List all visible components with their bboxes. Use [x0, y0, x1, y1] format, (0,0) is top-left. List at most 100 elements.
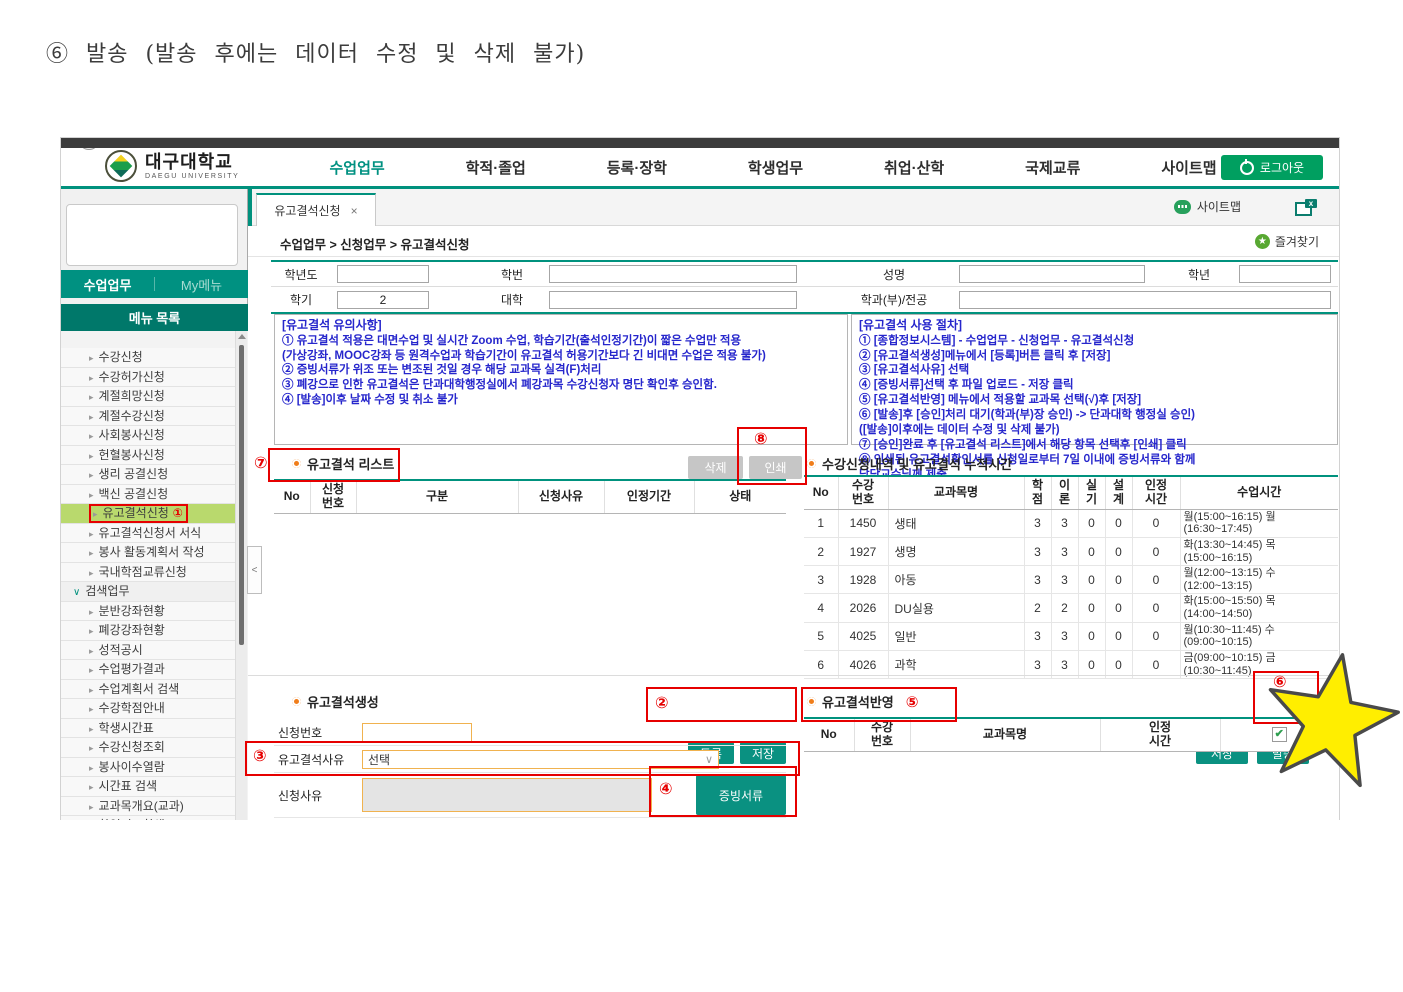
sidebar-item-계절희망신청[interactable]: ▸계절희망신청: [61, 387, 237, 407]
nav-item-course-work[interactable]: 수업업무: [329, 157, 384, 178]
favorites-chip[interactable]: ★ 즐겨찾기: [1255, 233, 1319, 250]
reason-label: 신청사유: [274, 787, 362, 804]
dept-field[interactable]: [959, 291, 1331, 309]
reason-field[interactable]: [362, 778, 652, 812]
enrollment-title-text: 수강신청내역 및 유고결석 누적시간: [822, 454, 1012, 473]
sidebar-menu-items: ▸수강신청▸수강허가신청▸계절희망신청▸계절수강신청▸사회봉사신청▸헌혈봉사신청…: [61, 348, 237, 820]
table-row[interactable]: 54025일반33000월(10:30~11:45) 수(09:00~10:15…: [804, 622, 1338, 650]
student-id-label: 학번: [481, 266, 543, 283]
name-field[interactable]: [959, 265, 1145, 283]
term-field[interactable]: 2: [337, 291, 429, 309]
table-row[interactable]: 42026DU실용22000화(15:00~15:50) 목(14:00~14:…: [804, 594, 1338, 622]
sidebar-item-수강신청조회[interactable]: ▸수강신청조회: [61, 738, 237, 758]
arrow-right-icon: ▸: [89, 646, 94, 656]
sidebar-item-수강허가신청[interactable]: ▸수강허가신청: [61, 368, 237, 388]
table-cell: 3: [1051, 537, 1078, 565]
col-no: No: [274, 480, 310, 513]
nav-item-registration-scholarship[interactable]: 등록·장학: [607, 157, 667, 178]
col-reason: 신청사유: [518, 480, 604, 513]
college-field[interactable]: [549, 291, 797, 309]
window-icon[interactable]: x: [1295, 199, 1317, 213]
table-cell: 4: [804, 594, 838, 622]
col-recognized-hours: 인정 시간: [1100, 718, 1220, 751]
nav-item-sitemap[interactable]: 사이트맵: [1161, 157, 1216, 178]
table-cell: 3: [1024, 509, 1051, 537]
breadcrumb-row: 수업업무 > 신청업무 > 유고결석신청 ★ 즐겨찾기: [248, 226, 1340, 257]
grade-label: 학년: [1165, 266, 1233, 283]
sidebar-item-수강학점안내[interactable]: ▸수강학점안내: [61, 699, 237, 719]
sidebar-item-봉사이수열람[interactable]: ▸봉사이수열람: [61, 758, 237, 778]
grade-field[interactable]: [1239, 265, 1331, 283]
sidebar-item-성적공시[interactable]: ▸성적공시: [61, 641, 237, 661]
delete-button[interactable]: 삭제: [688, 456, 743, 479]
breadcrumb: 수업업무 > 신청업무 > 유고결석신청: [280, 234, 470, 253]
table-cell: 0: [1132, 509, 1180, 537]
scrollbar-thumb[interactable]: [239, 345, 244, 645]
table-cell: 0: [1132, 622, 1180, 650]
tab-close-icon[interactable]: ×: [351, 204, 358, 218]
table-cell: 3: [1051, 509, 1078, 537]
sidebar-item-학업저조학생[interactable]: ▸학업저조학생: [61, 816, 237, 820]
sidebar-item-유고결석신청서 서식[interactable]: ▸유고결석신청서 서식: [61, 524, 237, 544]
sidebar-item-label: 생리 공결신청: [99, 467, 169, 481]
table-cell: 0: [1132, 594, 1180, 622]
nav-item-student-affairs[interactable]: 학생업무: [748, 157, 803, 178]
sidebar-item-검색업무[interactable]: ∨검색업무: [61, 582, 237, 602]
nav-item-records-graduation[interactable]: 학적·졸업: [466, 157, 526, 178]
sitemap-chip[interactable]: 사이트맵: [1174, 198, 1241, 215]
table-cell: 1450: [838, 509, 888, 537]
col-period: 인정기간: [604, 480, 694, 513]
page-tab[interactable]: 유고결석신청 ×: [256, 193, 376, 226]
sidebar-item-label: 수업평가결과: [99, 662, 165, 676]
sidebar-item-시간표 검색[interactable]: ▸시간표 검색: [61, 777, 237, 797]
main-content: 유고결석신청 × 사이트맵 x 수업업무 > 신청업무 > 유고결석신청 ★ 즐…: [248, 189, 1340, 820]
creation-title-text: 유고결석생성: [307, 692, 379, 711]
table-row[interactable]: 31928아동33000월(12:00~13:15) 수(12:00~13:15…: [804, 566, 1338, 594]
sidebar-tab-course-work[interactable]: 수업업무: [61, 275, 154, 294]
orange-bullet-icon: [292, 697, 301, 706]
sidebar-item-백신 공결신청[interactable]: ▸백신 공결신청: [61, 485, 237, 505]
table-row[interactable]: 21927생명33000화(13:30~14:45) 목(15:00~16:15…: [804, 537, 1338, 565]
logout-button[interactable]: 로그아웃: [1221, 155, 1323, 180]
col-course-name: 교과목명: [910, 718, 1100, 751]
year-field[interactable]: [337, 265, 429, 283]
scroll-up-icon[interactable]: [238, 334, 246, 339]
sidebar-item-계절수강신청[interactable]: ▸계절수강신청: [61, 407, 237, 427]
year-label: 학년도: [271, 266, 331, 283]
sidebar-item-봉사 활동계획서 작성[interactable]: ▸봉사 활동계획서 작성: [61, 543, 237, 563]
sidebar-item-학생시간표[interactable]: ▸학생시간표: [61, 719, 237, 739]
sidebar-item-label: 백신 공결신청: [99, 487, 169, 501]
sidebar-item-수강신청[interactable]: ▸수강신청: [61, 348, 237, 368]
col-credit: 학 점: [1024, 476, 1051, 509]
sidebar-collapse-handle[interactable]: <: [247, 546, 262, 594]
sidebar-item-유고결석신청[interactable]: ▸유고결석신청①: [61, 504, 237, 524]
sidebar-item-생리 공결신청[interactable]: ▸생리 공결신청: [61, 465, 237, 485]
nav-item-career-industry[interactable]: 취업·산학: [884, 157, 944, 178]
annotation-4: ④: [659, 781, 673, 797]
table-row[interactable]: 11450생태33000월(15:00~16:15) 월(16:30~17:45…: [804, 509, 1338, 537]
table-cell: 생명: [888, 537, 1024, 565]
arrow-right-icon: ▸: [89, 353, 94, 363]
col-no: No: [804, 476, 838, 509]
page-canvas: ⑥ 발송 (발송 후에는 데이터 수정 및 삭제 불가) 대구대학교 DAEGU…: [0, 0, 1403, 992]
sidebar-tab-my-menu[interactable]: My메뉴: [155, 275, 248, 294]
sidebar-item-국내학점교류신청[interactable]: ▸국내학점교류신청: [61, 563, 237, 583]
sidebar-item-label: 시간표 검색: [99, 779, 158, 793]
sidebar-item-수업계획서 검색[interactable]: ▸수업계획서 검색: [61, 680, 237, 700]
table-cell: 3: [1024, 566, 1051, 594]
sidebar-item-폐강강좌현황[interactable]: ▸폐강강좌현황: [61, 621, 237, 641]
student-id-field[interactable]: [549, 265, 797, 283]
sidebar-item-분반강좌현황[interactable]: ▸분반강좌현황: [61, 602, 237, 622]
table-cell: 2: [1024, 594, 1051, 622]
sidebar-menu-title: 메뉴 목록: [61, 304, 248, 331]
university-logo[interactable]: 대구대학교 DAEGU UNIVERSITY: [105, 150, 239, 182]
sidebar-profile-box: [66, 204, 238, 266]
sidebar-item-수업평가결과[interactable]: ▸수업평가결과: [61, 660, 237, 680]
col-category: 구분: [356, 480, 518, 513]
apply-no-field[interactable]: [362, 723, 472, 742]
sidebar-item-헌혈봉사신청[interactable]: ▸헌혈봉사신청: [61, 446, 237, 466]
sidebar-item-사회봉사신청[interactable]: ▸사회봉사신청: [61, 426, 237, 446]
sidebar-item-교과목개요(교과)[interactable]: ▸교과목개요(교과): [61, 797, 237, 817]
arrow-right-icon: ▸: [89, 743, 94, 753]
nav-item-international[interactable]: 국제교류: [1025, 157, 1080, 178]
